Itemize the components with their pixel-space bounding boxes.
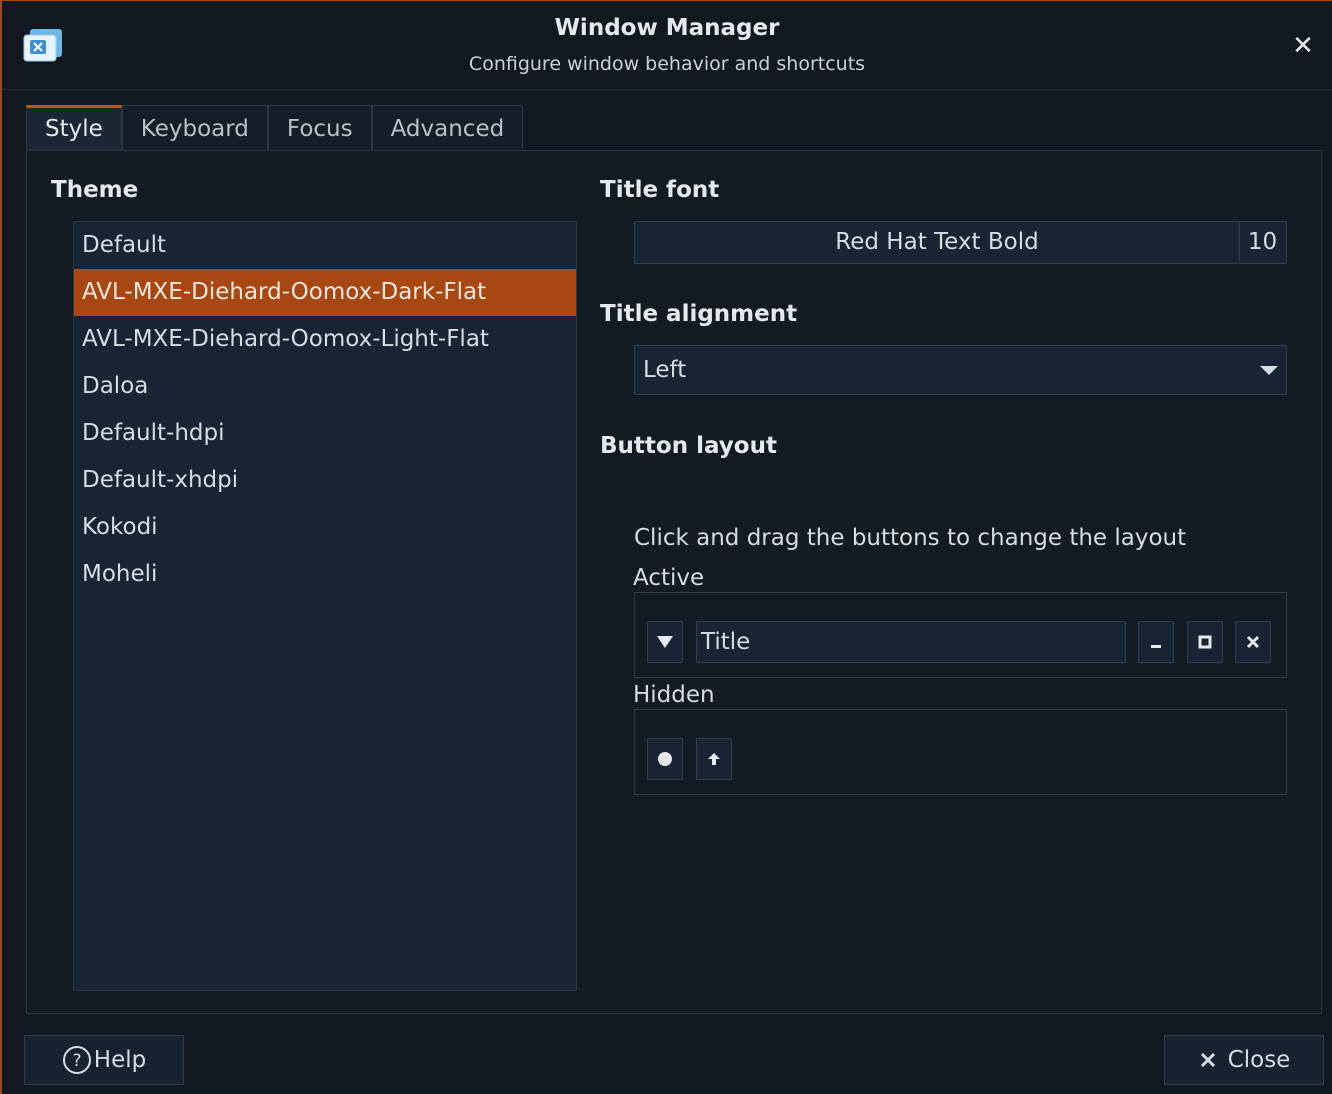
tab-keyboard[interactable]: Keyboard xyxy=(121,105,268,151)
theme-item-daloa[interactable]: Daloa xyxy=(74,363,576,410)
chevron-down-icon xyxy=(1260,366,1278,375)
title-alignment-value: Left xyxy=(643,357,687,383)
close-icon xyxy=(1200,1052,1215,1068)
title-font-button[interactable]: Red Hat Text Bold 10 xyxy=(634,221,1287,264)
maximize-layout-button[interactable] xyxy=(1187,621,1223,663)
help-icon: ? xyxy=(62,1046,91,1074)
shade-layout-button[interactable] xyxy=(696,738,732,780)
button-layout-heading: Button layout xyxy=(600,433,777,459)
stick-icon xyxy=(658,752,672,766)
minimize-icon xyxy=(1151,645,1161,648)
minimize-layout-button[interactable] xyxy=(1138,621,1174,663)
help-label: Help xyxy=(93,1047,147,1073)
theme-item-default-hdpi[interactable]: Default-hdpi xyxy=(74,410,576,457)
shade-icon xyxy=(708,753,720,765)
theme-item-kokodi[interactable]: Kokodi xyxy=(74,504,576,551)
help-button[interactable]: ? Help xyxy=(24,1035,184,1085)
hidden-buttons-frame: Hidden xyxy=(633,682,1287,795)
theme-list[interactable]: Default AVL-MXE-Diehard-Oomox-Dark-Flat … xyxy=(73,221,577,991)
svg-text:?: ? xyxy=(72,1051,81,1071)
theme-item-avl-dark[interactable]: AVL-MXE-Diehard-Oomox-Dark-Flat xyxy=(74,269,576,316)
tab-focus[interactable]: Focus xyxy=(267,105,372,151)
dialog-subtitle: Configure window behavior and shortcuts xyxy=(468,53,866,75)
title-font-name: Red Hat Text Bold xyxy=(635,222,1240,263)
close-window-button[interactable]: ✕ xyxy=(1288,31,1318,61)
titlebar: Window Manager Configure window behavior… xyxy=(2,1,1332,90)
menu-layout-button[interactable] xyxy=(647,621,683,663)
tab-advanced[interactable]: Advanced xyxy=(371,105,524,151)
window-manager-dialog: Window Manager Configure window behavior… xyxy=(0,0,1332,1094)
title-font-size: 10 xyxy=(1247,229,1278,255)
tab-bar: Style Keyboard Focus Advanced xyxy=(26,105,524,151)
settings-notebook: Style Keyboard Focus Advanced Theme Defa… xyxy=(26,105,1322,1014)
menu-icon xyxy=(657,636,673,648)
active-label: Active xyxy=(633,565,709,591)
theme-item-avl-light[interactable]: AVL-MXE-Diehard-Oomox-Light-Flat xyxy=(74,316,576,363)
stick-layout-button[interactable] xyxy=(647,738,683,780)
theme-item-default-xhdpi[interactable]: Default-xhdpi xyxy=(74,457,576,504)
close-button[interactable]: Close xyxy=(1164,1035,1324,1085)
close-icon xyxy=(1246,635,1260,649)
button-layout-hint: Click and drag the buttons to change the… xyxy=(634,525,1187,551)
close-icon: ✕ xyxy=(1292,31,1314,61)
active-buttons-frame: Active Title xyxy=(633,565,1287,678)
close-label: Close xyxy=(1227,1047,1291,1073)
title-alignment-heading: Title alignment xyxy=(600,301,798,327)
style-tab-panel: Theme Default AVL-MXE-Diehard-Oomox-Dark… xyxy=(26,150,1322,1014)
dialog-title: Window Manager xyxy=(554,15,780,41)
tab-style[interactable]: Style xyxy=(26,105,122,151)
close-layout-button[interactable] xyxy=(1235,621,1271,663)
title-font-heading: Title font xyxy=(600,177,720,203)
hidden-label: Hidden xyxy=(633,682,719,708)
title-layout-slot[interactable]: Title xyxy=(696,621,1126,663)
title-alignment-select[interactable]: Left xyxy=(634,345,1287,395)
maximize-icon xyxy=(1198,635,1212,649)
theme-item-moheli[interactable]: Moheli xyxy=(74,551,576,598)
theme-heading: Theme xyxy=(51,177,139,203)
theme-item-default[interactable]: Default xyxy=(74,222,576,269)
